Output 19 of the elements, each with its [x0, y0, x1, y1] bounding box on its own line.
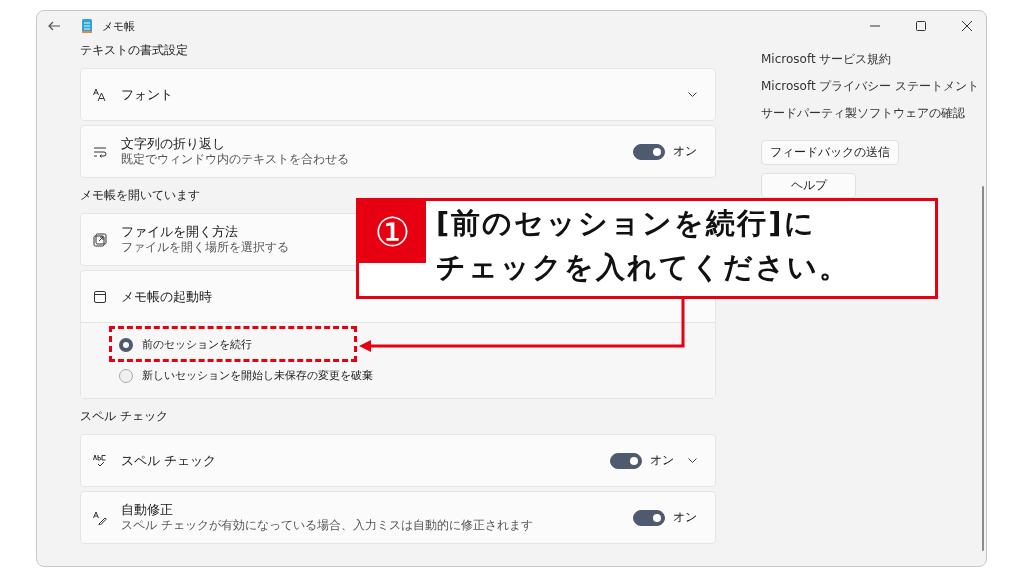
setting-label: ファイルを開く方法 [121, 224, 238, 240]
radio-label: 前のセッションを続行 [142, 337, 252, 353]
toggle-state: オン [650, 452, 674, 469]
setting-label: 自動修正 [121, 502, 173, 518]
toggle-state: オン [673, 143, 697, 160]
section-heading: メモ帳を開いています [80, 188, 201, 203]
setting-label: スペル チェック [121, 452, 216, 469]
setting-description: スペル チェックが有効になっている場合、入力ミスは自動的に修正されます [121, 517, 533, 533]
step-number: ① [359, 201, 426, 263]
section-heading: テキストの書式設定 [80, 43, 189, 58]
toggle-state: オン [673, 509, 697, 526]
radio-label: 新しいセッションを開始し未保存の変更を破棄 [142, 368, 373, 384]
setting-label: フォント [121, 86, 173, 103]
window-title: メモ帳 [102, 18, 135, 34]
setting-label: 文字列の折り返し [121, 136, 225, 152]
setting-description: 既定でウィンドウ内のテキストを合わせる [121, 151, 349, 167]
setting-description: ファイルを開く場所を選択する [121, 239, 289, 255]
setting-label: メモ帳の起動時 [121, 288, 212, 305]
section-heading: スペル チェック [80, 409, 169, 424]
